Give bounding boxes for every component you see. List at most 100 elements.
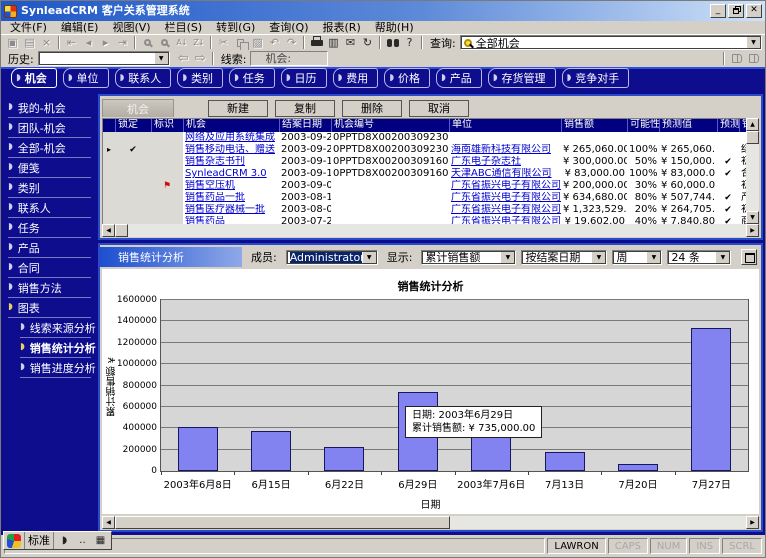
horizontal-scroll-thumb[interactable] (115, 516, 450, 529)
cell-subject-text[interactable]: 销售移动电话、赠送 (185, 144, 275, 155)
member-dropdown-button[interactable]: ▼ (362, 251, 377, 264)
bar[interactable] (618, 464, 658, 471)
member-combobox[interactable]: Administrator ▼ (286, 250, 378, 265)
column-header[interactable]: 可能性 (627, 119, 659, 132)
cut-button[interactable]: ✂ (215, 36, 232, 50)
tab-item[interactable]: ◗竞争对手 (562, 68, 630, 88)
ime-logo-icon[interactable] (7, 534, 21, 548)
cell-subject-text[interactable]: 销售杂志书刊 (185, 156, 245, 167)
back-button[interactable]: ⇦ (175, 52, 192, 66)
prev-record-button[interactable]: ◂ (80, 36, 97, 50)
tab-item[interactable]: ◗产品 (436, 68, 482, 88)
menu-item[interactable]: 查询(Q) (262, 21, 315, 34)
cell-unit-text[interactable]: 广东省振兴电子有限公司 (451, 216, 561, 224)
tab-item[interactable]: ◗任务 (229, 68, 275, 88)
vertical-scroll-thumb[interactable] (746, 131, 759, 144)
scroll-left-button[interactable]: ◀ (102, 516, 115, 529)
display-combobox[interactable]: 累计销售额 ▼ (421, 250, 516, 265)
sidebar-item[interactable]: ◗全部-机会 (8, 138, 91, 158)
display-dropdown-button[interactable]: ▼ (500, 251, 515, 264)
cell-unit[interactable]: 天津ABC通信有限公司 (449, 168, 561, 180)
column-header[interactable]: 结案日期 (279, 119, 331, 132)
sidebar-item[interactable]: ◗销售进度分析 (20, 358, 91, 378)
cell-unit[interactable]: 海南雄新科技有限公司 (449, 144, 561, 156)
column-header[interactable]: 销售额 (561, 119, 627, 132)
close-button[interactable]: ✕ (746, 4, 762, 18)
query-dropdown-button[interactable]: ▼ (746, 36, 761, 49)
cell-subject-text[interactable]: 销售药品 (185, 216, 225, 224)
chart-horizontal-scrollbar[interactable]: ◀ ▶ (102, 516, 759, 529)
column-header[interactable]: 单位 (449, 119, 561, 132)
cell-subject-text[interactable]: SynleadCRM 3.0 (185, 168, 267, 179)
cell-subject[interactable]: 销售医疗器械一批 (183, 204, 279, 216)
scroll-right-button[interactable]: ▶ (746, 224, 759, 237)
cell-subject-text[interactable]: 销售医疗器械一批 (185, 204, 265, 215)
cell-unit[interactable]: 广东省振兴电子有限公司 (449, 180, 561, 192)
query-combobox[interactable]: 全部机会 ▼ (460, 35, 762, 50)
delete-record-button[interactable]: × (38, 36, 55, 50)
column-header[interactable]: 机会编号 (331, 119, 449, 132)
table-row[interactable]: ▸✔销售移动电话、赠送2003-09-230PPTD8X002003092300… (103, 144, 746, 156)
cell-unit[interactable]: 广东省振兴电子有限公司 (449, 204, 561, 216)
table-row[interactable]: 销售药品一批2003-08-11广东省振兴电子有限公司¥ 634,680.008… (103, 192, 746, 204)
forward-button[interactable]: ⇨ (192, 52, 209, 66)
table-horizontal-scrollbar[interactable]: ◀ ▶ (102, 224, 759, 237)
sidebar-item[interactable]: ◗产品 (8, 238, 91, 258)
sidebar-item[interactable]: ◗合同 (8, 258, 91, 278)
cell-unit[interactable]: 广东省振兴电子有限公司 (449, 216, 561, 224)
redo-button[interactable]: ↷ (283, 36, 300, 50)
cell-subject[interactable]: 销售药品一批 (183, 192, 279, 204)
sidebar-item[interactable]: ◗我的-机会 (8, 98, 91, 118)
filter-search-button[interactable] (156, 36, 173, 50)
count-combobox[interactable]: 24 条 ▼ (667, 250, 731, 265)
tab-active[interactable]: ◗机会 (11, 68, 57, 88)
period-dropdown-button[interactable]: ▼ (646, 251, 661, 264)
action-button[interactable]: 新建 (208, 100, 268, 117)
sidebar-item[interactable]: ◗销售方法 (8, 278, 91, 298)
menu-item[interactable]: 视图(V) (105, 21, 157, 34)
bar[interactable] (324, 447, 364, 471)
sidebar-item[interactable]: ◗图表 (8, 298, 91, 318)
ime-punctuation-icon[interactable]: ‥ (75, 533, 90, 548)
cell-unit[interactable]: 广东省振兴电子有限公司 (449, 192, 561, 204)
bar[interactable] (545, 452, 585, 471)
ime-fullhalf-moon-icon[interactable]: ◗ (57, 533, 72, 548)
sidebar-item[interactable]: ◗任务 (8, 218, 91, 238)
scroll-left-button[interactable]: ◀ (102, 224, 115, 237)
table-row[interactable]: 网络及应用系统集成2003-09-230PPTD8X0020030923001 (103, 132, 746, 144)
table-vertical-scrollbar[interactable]: ▲ ▼ (746, 118, 759, 224)
column-header[interactable]: 标识 (151, 119, 183, 132)
sidebar-item[interactable]: ◗线索来源分析 (20, 318, 91, 338)
tab-item[interactable]: ◗单位 (63, 68, 109, 88)
first-record-button[interactable]: ⇤ (63, 36, 80, 50)
history-combobox[interactable]: ▼ (38, 51, 170, 66)
cell-subject[interactable]: 网络及应用系统集成 (183, 132, 279, 144)
scroll-right-button[interactable]: ▶ (746, 516, 759, 529)
table-row[interactable]: ⚑销售空压机2003-09-09广东省振兴电子有限公司¥ 200,000.003… (103, 180, 746, 192)
bar[interactable] (251, 431, 291, 471)
table-row[interactable]: 销售医疗器械一批2003-08-01广东省振兴电子有限公司¥ 1,323,529… (103, 204, 746, 216)
next-record-button[interactable]: ▸ (97, 36, 114, 50)
sort-descending-button[interactable]: Z↓ (190, 36, 207, 50)
context-help-button[interactable]: ? (401, 36, 418, 50)
group-by-dropdown-button[interactable]: ▼ (591, 251, 606, 264)
column-header[interactable]: 预测值 (659, 119, 717, 132)
cell-unit-text[interactable]: 海南雄新科技有限公司 (451, 144, 551, 155)
column-header[interactable]: 机会 (183, 119, 279, 132)
period-combobox[interactable]: 周 ▼ (612, 250, 662, 265)
cell-subject[interactable]: 销售药品 (183, 216, 279, 224)
edit-record-button[interactable]: ▤ (21, 36, 38, 50)
bar[interactable] (691, 328, 731, 471)
tab-item[interactable]: ◗费用 (333, 68, 379, 88)
column-header[interactable]: 锁定 (115, 119, 151, 132)
restore-button[interactable] (728, 4, 744, 18)
history-dropdown-button[interactable]: ▼ (154, 52, 169, 65)
print-button[interactable] (308, 36, 325, 50)
cell-subject-text[interactable]: 销售空压机 (185, 180, 235, 191)
group-by-combobox[interactable]: 按结案日期 ▼ (521, 250, 607, 265)
sidebar-item[interactable]: ◗销售统计分析 (20, 338, 91, 358)
sort-ascending-button[interactable]: A↓ (173, 36, 190, 50)
scroll-up-button[interactable]: ▲ (746, 118, 759, 131)
find-button[interactable] (384, 36, 401, 50)
menu-item[interactable]: 栏目(S) (158, 21, 210, 34)
